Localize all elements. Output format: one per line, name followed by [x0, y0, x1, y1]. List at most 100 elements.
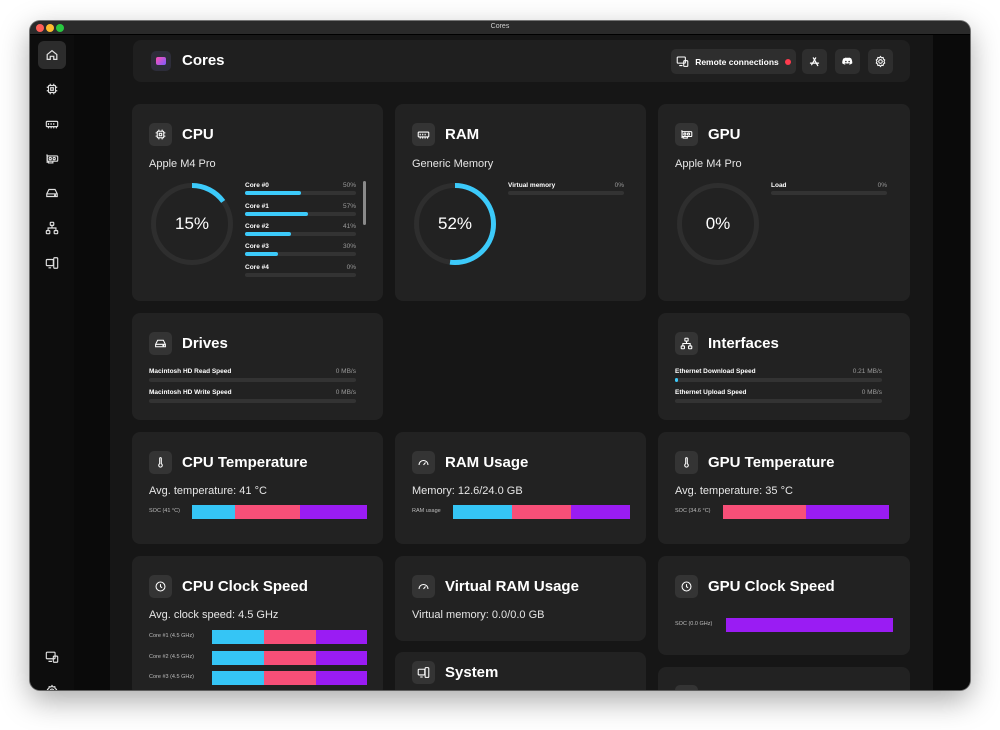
drive-read-value: 0 MB/s [335, 368, 356, 375]
cpu-core-row: Core #2 41% [245, 223, 356, 243]
core-list-scrollbar[interactable] [363, 181, 366, 225]
sidebar-item-system[interactable] [38, 249, 66, 277]
sidebar-item-cpu[interactable] [38, 75, 66, 103]
drive-read-row: Macintosh HD Read Speed 0 MB/s [149, 368, 356, 388]
gpu-clock-speed-card: GPU Clock Speed SOC (0.0 GHz) [658, 556, 910, 655]
thermometer-icon [675, 451, 698, 474]
virtual-ram-usage-card: Virtual RAM Usage Virtual memory: 0.0/0.… [395, 556, 646, 641]
cpu-core-row: Core #3 30% [245, 243, 356, 263]
gear-icon [46, 684, 58, 690]
sidebar-item-interfaces[interactable] [38, 214, 66, 242]
gauge-icon [412, 575, 435, 598]
ram-model: Generic Memory [412, 158, 494, 170]
gpu-load-value: 0% [877, 182, 887, 189]
sidebar-item-drives[interactable] [38, 179, 66, 207]
card-icon [675, 685, 698, 690]
gpu-soc-label: SOC (34.6 °C) [675, 508, 711, 514]
remote-connections-button[interactable]: Remote connections [671, 49, 796, 74]
ram-usage-label: RAM usage [412, 508, 441, 514]
sidebar-item-ram[interactable] [38, 110, 66, 138]
content-gutter-right [933, 35, 970, 690]
core-name: Core #2 [245, 223, 269, 230]
cpu-temperature-card: CPU Temperature Avg. temperature: 41 °C … [132, 432, 383, 544]
cpu-card: CPU Apple M4 Pro 15% Core #0 50% Core #1 57… [132, 104, 383, 301]
cpu-clock-row: Core #3 (4.5 GHz) [149, 671, 367, 685]
settings-button[interactable] [868, 49, 893, 74]
clock-icon [149, 575, 172, 598]
virtual-ram-usage-title: Virtual RAM Usage [445, 578, 579, 595]
gpu-avg-temperature: Avg. temperature: 35 °C [675, 485, 793, 497]
cpu-avg-clock-speed: Avg. clock speed: 4.5 GHz [149, 609, 279, 621]
cpu-soc-temperature-row: SOC (41 °C) [149, 505, 367, 519]
drive-write-value: 0 MB/s [335, 389, 356, 396]
ram-segment-purple [571, 505, 630, 519]
partial-card [658, 667, 910, 690]
network-icon [675, 332, 698, 355]
ethernet-download-label: Ethernet Download Speed [675, 368, 756, 375]
app-window: Cores Cores Remote connections CPU Apple… [30, 21, 970, 690]
content-gutter-left [74, 35, 110, 690]
sidebar [30, 35, 74, 690]
ram-title: RAM [445, 126, 480, 143]
core-usage-value: 0% [346, 264, 356, 271]
core-usage-bar [245, 232, 291, 236]
gpu-clock-segment [726, 618, 893, 632]
core-clock-label: Core #1 (4.5 GHz) [149, 633, 194, 639]
sidebar-item-settings[interactable] [38, 677, 66, 690]
temp-segment-purple [300, 505, 367, 519]
core-usage-value: 30% [342, 243, 356, 250]
ethernet-download-value: 0.21 MB/s [852, 368, 882, 375]
core-clock-label: Core #3 (4.5 GHz) [149, 674, 194, 680]
cpu-core-row: Core #0 50% [245, 182, 356, 202]
window-title: Cores [490, 23, 510, 30]
title-bar: Cores [30, 21, 970, 35]
ram-usage-row: RAM usage [412, 505, 630, 519]
cpu-core-row: Core #4 0% [245, 264, 356, 284]
app-store-button[interactable] [802, 49, 827, 74]
virtual-memory-row: Virtual memory 0% [508, 182, 624, 202]
remote-connections-label: Remote connections [695, 56, 779, 67]
app-store-icon [809, 57, 820, 67]
ram-card: RAM Generic Memory 52% Virtual memory 0% [395, 104, 646, 301]
clock-icon [675, 575, 698, 598]
core-usage-value: 41% [342, 223, 356, 230]
sidebar-item-home[interactable] [38, 41, 66, 69]
cpu-avg-temperature: Avg. temperature: 41 °C [149, 485, 267, 497]
gpu-clock-row: SOC (0.0 GHz) [675, 618, 893, 632]
dashboard: Cores Remote connections CPU Apple M4 Pr… [110, 35, 933, 690]
remote-devices-icon [676, 56, 689, 67]
ram-usage-value: 52% [437, 214, 473, 233]
ethernet-upload-label: Ethernet Upload Speed [675, 389, 747, 396]
cpu-clock-row: Core #2 (4.5 GHz) [149, 651, 367, 665]
sidebar-item-remote[interactable] [38, 643, 66, 671]
system-card: System [395, 652, 646, 690]
gpu-temperature-title: GPU Temperature [708, 454, 835, 471]
interfaces-title: Interfaces [708, 335, 779, 352]
ethernet-download-bar [675, 378, 678, 382]
ram-usage-card: RAM Usage Memory: 12.6/24.0 GB RAM usage [395, 432, 646, 544]
cpu-title: CPU [182, 126, 214, 143]
core-usage-value: 57% [342, 203, 356, 210]
core-usage-bar [245, 212, 309, 216]
ram-segment-pink [512, 505, 571, 519]
gpu-usage-value: 0% [705, 214, 731, 233]
header-bar: Cores Remote connections [133, 40, 910, 82]
gpu-load-row: Load 0% [771, 182, 887, 202]
core-name: Core #1 [245, 203, 269, 210]
drive-write-row: Macintosh HD Write Speed 0 MB/s [149, 389, 356, 409]
memory-icon [412, 123, 435, 146]
virtual-memory-usage: Virtual memory: 0.0/0.0 GB [412, 609, 545, 621]
discord-icon [842, 57, 853, 65]
connection-status-dot [784, 58, 791, 65]
drive-icon [149, 332, 172, 355]
drive-write-label: Macintosh HD Write Speed [149, 389, 232, 396]
home-icon [46, 49, 58, 60]
core-name: Core #4 [245, 264, 269, 271]
sidebar-item-gpu[interactable] [38, 145, 66, 173]
gpu-icon [675, 123, 698, 146]
drive-read-label: Macintosh HD Read Speed [149, 368, 232, 375]
temp-segment-pink [235, 505, 300, 519]
discord-button[interactable] [835, 49, 860, 74]
drives-card: Drives Macintosh HD Read Speed 0 MB/s Ma… [132, 313, 383, 420]
core-name: Core #3 [245, 243, 269, 250]
